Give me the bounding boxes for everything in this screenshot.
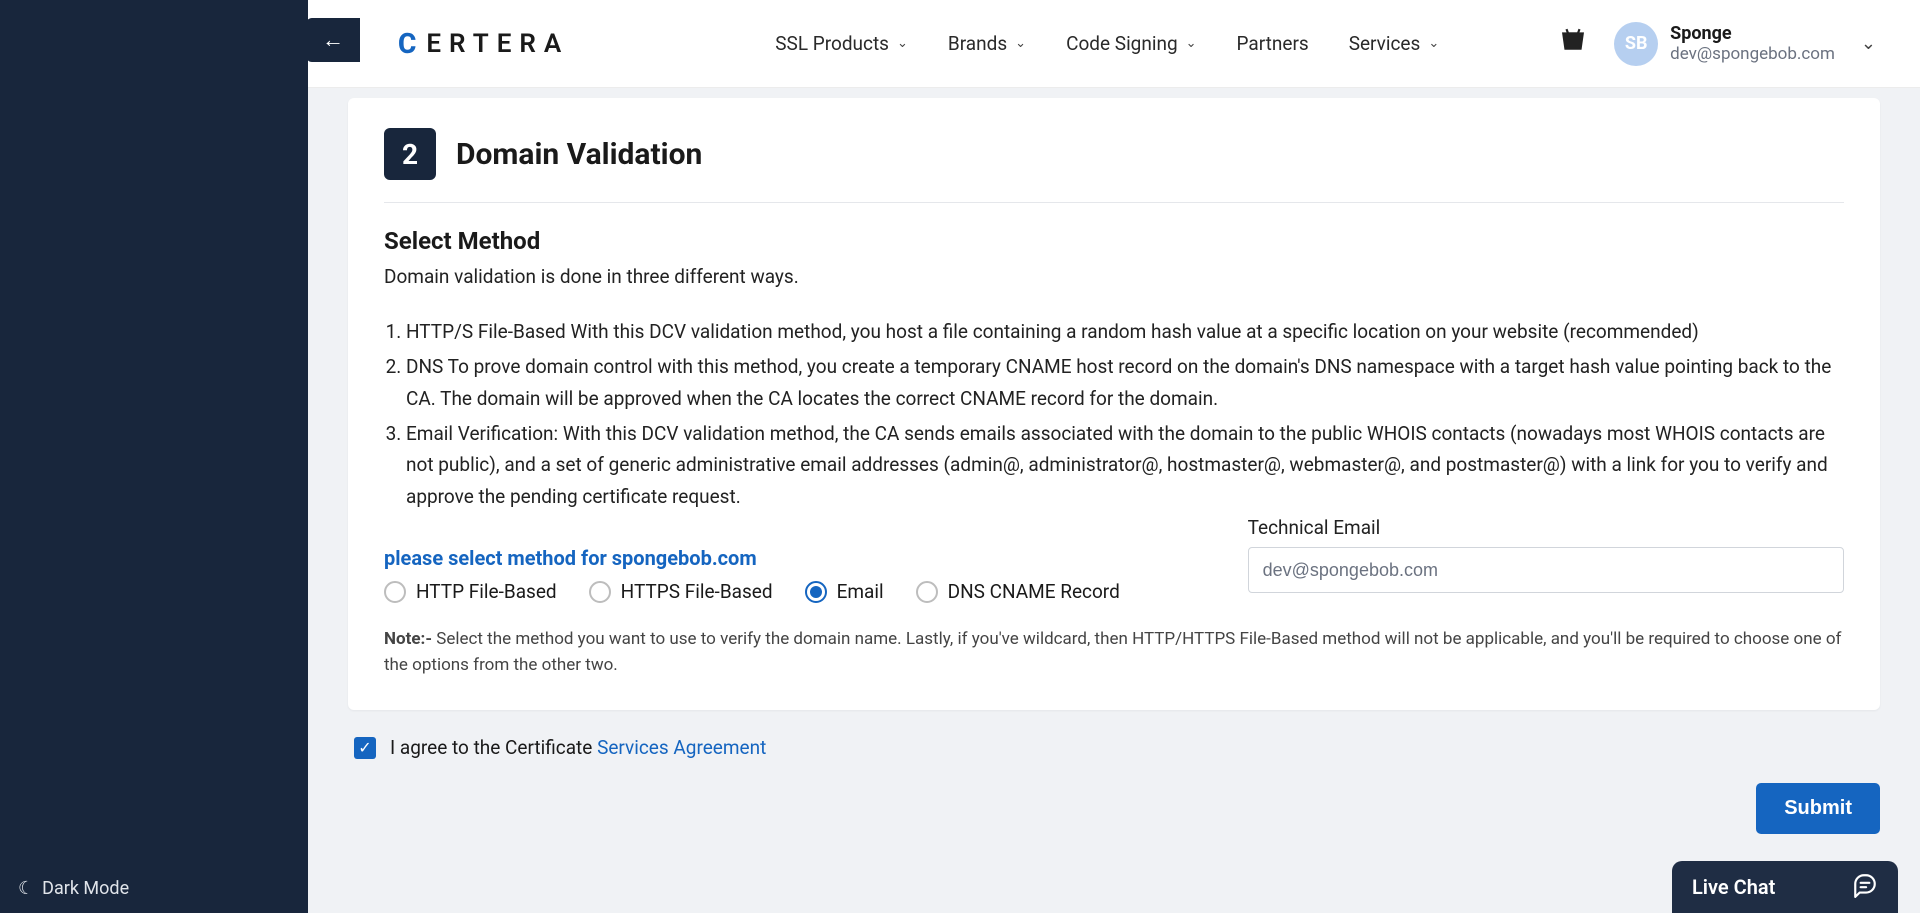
chevron-down-icon: ⌄ — [1015, 36, 1026, 51]
radio-email[interactable]: Email — [805, 580, 884, 603]
agree-checkbox[interactable]: ✓ — [354, 737, 376, 759]
chevron-down-icon: ⌄ — [897, 36, 908, 51]
divider — [384, 202, 1844, 203]
domain-validation-card: 2 Domain Validation Select Method Domain… — [348, 98, 1880, 710]
agree-text: I agree to the Certificate Services Agre… — [390, 736, 766, 759]
user-name: Sponge — [1670, 23, 1835, 44]
logo[interactable]: C ERTERA — [398, 27, 569, 60]
nav-label: Services — [1349, 32, 1421, 55]
select-method-heading: Select Method — [384, 227, 1844, 255]
arrow-left-icon: ← — [322, 27, 344, 53]
nav-services[interactable]: Services ⌄ — [1349, 32, 1440, 55]
user-menu[interactable]: SB Sponge dev@spongebob.com ⌄ — [1614, 22, 1876, 66]
radio-icon — [589, 581, 611, 603]
cart-icon[interactable] — [1560, 27, 1586, 60]
chat-icon — [1852, 872, 1878, 903]
nav-label: Brands — [948, 32, 1007, 55]
logo-c-icon: C — [398, 27, 424, 60]
agree-prefix: I agree to the Certificate — [390, 736, 597, 759]
dark-mode-toggle[interactable]: ☾ Dark Mode — [18, 878, 129, 899]
method-select-left: please select method for spongebob.com H… — [384, 516, 1208, 627]
main-content: 2 Domain Validation Select Method Domain… — [308, 88, 1920, 913]
select-method-prompt: please select method for spongebob.com — [384, 546, 1208, 570]
radio-label: Email — [837, 580, 884, 603]
logo-text: ERTERA — [426, 29, 569, 59]
agreement-row: ✓ I agree to the Certificate Services Ag… — [354, 736, 1880, 759]
note-body: Select the method you want to use to ver… — [384, 629, 1841, 675]
topbar-right: SB Sponge dev@spongebob.com ⌄ — [1560, 22, 1876, 66]
radio-http[interactable]: HTTP File-Based — [384, 580, 557, 603]
step-number: 2 — [384, 128, 436, 180]
intro-text: Domain validation is done in three diffe… — [384, 265, 1844, 288]
avatar: SB — [1614, 22, 1658, 66]
radio-icon — [805, 581, 827, 603]
user-email: dev@spongebob.com — [1670, 44, 1835, 64]
submit-button[interactable]: Submit — [1756, 783, 1880, 834]
method-item: DNS To prove domain control with this me… — [406, 351, 1844, 414]
methods-list: HTTP/S File-Based With this DCV validati… — [384, 316, 1844, 512]
technical-email-col: Technical Email — [1248, 516, 1844, 593]
nav-label: Partners — [1237, 32, 1309, 55]
avatar-initials: SB — [1625, 33, 1648, 54]
radio-dns[interactable]: DNS CNAME Record — [916, 580, 1120, 603]
nav-label: SSL Products — [775, 32, 889, 55]
radio-https[interactable]: HTTPS File-Based — [589, 580, 773, 603]
chevron-down-icon: ⌄ — [1861, 33, 1876, 54]
nav-brands[interactable]: Brands ⌄ — [948, 32, 1026, 55]
nav-label: Code Signing — [1066, 32, 1178, 55]
radio-icon — [384, 581, 406, 603]
nav-ssl-products[interactable]: SSL Products ⌄ — [775, 32, 908, 55]
sidebar: ☾ Dark Mode — [0, 0, 308, 913]
note-text: Note:- Select the method you want to use… — [384, 627, 1844, 678]
main-nav: SSL Products ⌄ Brands ⌄ Code Signing ⌄ P… — [775, 32, 1439, 55]
method-item: Email Verification: With this DCV valida… — [406, 418, 1844, 512]
technical-email-input[interactable] — [1248, 547, 1844, 593]
dark-mode-label: Dark Mode — [42, 878, 129, 899]
back-button[interactable]: ← — [306, 18, 360, 62]
nav-code-signing[interactable]: Code Signing ⌄ — [1066, 32, 1196, 55]
technical-email-label: Technical Email — [1248, 516, 1844, 539]
chevron-down-icon: ⌄ — [1186, 36, 1197, 51]
chevron-down-icon: ⌄ — [1428, 36, 1439, 51]
radio-label: HTTPS File-Based — [621, 580, 773, 603]
nav-partners[interactable]: Partners — [1237, 32, 1309, 55]
radio-label: DNS CNAME Record — [948, 580, 1120, 603]
live-chat-button[interactable]: Live Chat — [1672, 861, 1898, 913]
radio-icon — [916, 581, 938, 603]
services-agreement-link[interactable]: Services Agreement — [597, 736, 766, 759]
submit-row: Submit — [348, 783, 1880, 834]
method-item: HTTP/S File-Based With this DCV validati… — [406, 316, 1844, 347]
step-title: Domain Validation — [456, 137, 702, 172]
live-chat-label: Live Chat — [1692, 875, 1775, 899]
step-header: 2 Domain Validation — [384, 128, 1844, 180]
method-select-row: please select method for spongebob.com H… — [384, 516, 1844, 627]
topbar: C ERTERA SSL Products ⌄ Brands ⌄ Code Si… — [308, 0, 1920, 88]
moon-icon: ☾ — [18, 878, 34, 899]
user-info: Sponge dev@spongebob.com — [1670, 23, 1835, 64]
radio-label: HTTP File-Based — [416, 580, 557, 603]
note-label: Note:- — [384, 629, 436, 649]
radio-group: HTTP File-Based HTTPS File-Based Email D… — [384, 580, 1208, 603]
